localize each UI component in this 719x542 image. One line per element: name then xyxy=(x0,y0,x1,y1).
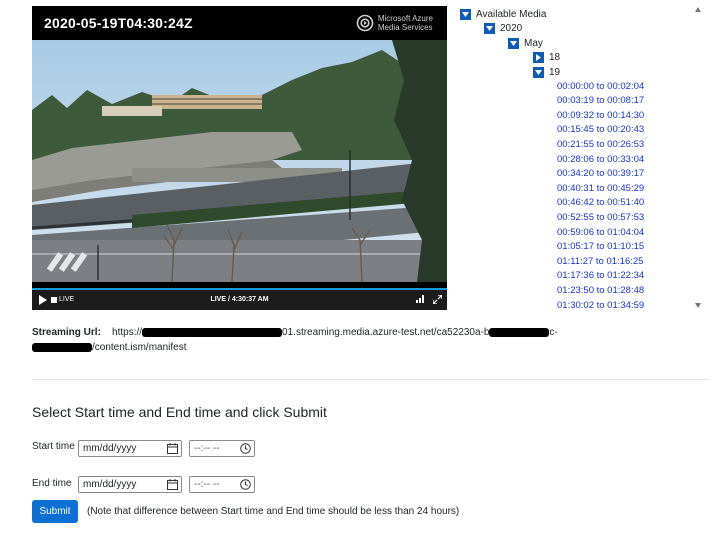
end-time-input[interactable]: --:-- -- xyxy=(189,476,255,493)
segment-link[interactable]: 00:15:45 to 00:20:43 xyxy=(557,124,644,135)
time-range-note: (Note that difference between Start time… xyxy=(87,506,460,517)
segment-link[interactable]: 00:03:19 to 00:08:17 xyxy=(557,95,644,106)
redacted-text xyxy=(32,342,92,352)
tree-node-day-18[interactable]: 18 xyxy=(533,51,560,64)
redacted-text xyxy=(142,327,283,337)
segment-link[interactable]: 00:21:55 to 00:26:53 xyxy=(557,139,644,150)
segment-link[interactable]: 00:34:20 to 00:39:17 xyxy=(557,168,644,179)
segment-link[interactable]: 01:17:36 to 01:22:34 xyxy=(557,270,644,281)
calendar-icon[interactable] xyxy=(167,443,178,457)
azure-media-services-logo: Microsoft Azure Media Services xyxy=(356,14,433,32)
redacted-text xyxy=(489,327,550,337)
time-placeholder: --:-- -- xyxy=(194,443,220,454)
tree-day-label: 18 xyxy=(549,52,561,63)
scroll-down-arrow-icon xyxy=(695,303,701,308)
url-end: /content.ism/manifest xyxy=(92,342,187,353)
segment-link[interactable]: 00:52:55 to 00:57:53 xyxy=(557,212,644,223)
start-time-label: Start time xyxy=(32,441,75,452)
segment-link[interactable]: 01:30:02 to 01:34:59 xyxy=(557,300,644,310)
scroll-up-arrow-icon xyxy=(695,7,701,12)
expand-toggle-icon[interactable] xyxy=(533,52,544,63)
form-heading: Select Start time and End time and click… xyxy=(32,404,327,420)
start-date-input[interactable]: mm/dd/yyyy xyxy=(78,440,182,457)
submit-button[interactable]: Submit xyxy=(32,500,78,523)
streaming-url-label: Streaming Url: xyxy=(32,327,101,338)
quality-icon[interactable] xyxy=(416,295,424,305)
time-placeholder: --:-- -- xyxy=(194,479,220,490)
tree-node-root[interactable]: Available Media xyxy=(460,8,546,21)
camera-scene-image xyxy=(32,40,447,282)
video-frame[interactable] xyxy=(32,40,447,282)
available-media-tree: Available Media 2020 May 18 19 00:00:00 … xyxy=(455,6,700,310)
url-prefix: https:// xyxy=(112,327,143,338)
tree-scrollbar[interactable] xyxy=(693,6,703,310)
collapse-toggle-icon[interactable] xyxy=(460,9,471,20)
end-date-input[interactable]: mm/dd/yyyy xyxy=(78,476,182,493)
segment-link[interactable]: 01:23:50 to 01:28:48 xyxy=(557,285,644,296)
clock-icon[interactable] xyxy=(240,479,251,493)
tree-day-label: 19 xyxy=(549,67,561,78)
date-placeholder: mm/dd/yyyy xyxy=(83,479,137,490)
tree-month-label: May xyxy=(524,38,543,49)
section-divider xyxy=(32,379,710,380)
tree-node-month[interactable]: May xyxy=(508,37,543,50)
segment-link[interactable]: 00:40:31 to 00:45:29 xyxy=(557,183,644,194)
live-status-time: LIVE / 4:30:37 AM xyxy=(210,296,269,303)
ams-logo-line1: Microsoft Azure xyxy=(377,14,433,23)
fullscreen-icon[interactable] xyxy=(432,294,443,306)
segment-link[interactable]: 00:00:00 to 00:02:04 xyxy=(557,81,644,92)
tree-node-day-19[interactable]: 19 xyxy=(533,66,560,79)
url-tail: c- xyxy=(549,327,558,338)
tree-node-year[interactable]: 2020 xyxy=(484,22,522,35)
collapse-toggle-icon[interactable] xyxy=(484,23,495,34)
player-header: 2020-05-19T04:30:24Z Microsoft Azure Med… xyxy=(32,6,447,40)
segment-link[interactable]: 00:09:32 to 00:14:30 xyxy=(557,110,644,121)
ams-logo-line2: Media Services xyxy=(377,23,433,32)
segment-link[interactable]: 00:28:06 to 00:33:04 xyxy=(557,154,644,165)
clock-icon[interactable] xyxy=(240,443,251,457)
streaming-url: Streaming Url: https:// 01.streaming.medi… xyxy=(32,325,672,355)
end-time-label: End time xyxy=(32,478,72,489)
player-control-bar: LIVE LIVE / 4:30:37 AM xyxy=(32,290,447,310)
collapse-toggle-icon[interactable] xyxy=(533,67,544,78)
ams-logo-icon xyxy=(356,14,374,32)
collapse-toggle-icon[interactable] xyxy=(508,38,519,49)
video-timestamp: 2020-05-19T04:30:24Z xyxy=(44,15,193,31)
tree-root-label: Available Media xyxy=(476,9,547,20)
segment-link[interactable]: 01:11:27 to 01:16:25 xyxy=(557,256,643,267)
date-placeholder: mm/dd/yyyy xyxy=(83,443,137,454)
calendar-icon[interactable] xyxy=(167,479,178,493)
video-player[interactable]: 2020-05-19T04:30:24Z Microsoft Azure Med… xyxy=(32,6,447,310)
segment-link[interactable]: 00:46:42 to 00:51:40 xyxy=(557,197,644,208)
segment-link[interactable]: 00:59:06 to 01:04:04 xyxy=(557,227,644,238)
start-time-input[interactable]: --:-- -- xyxy=(189,440,255,457)
segment-link[interactable]: 01:05:17 to 01:10:15 xyxy=(557,241,644,252)
url-mid: 01.streaming.media.azure-test.net/ca5223… xyxy=(282,327,490,338)
tree-year-label: 2020 xyxy=(500,23,523,34)
